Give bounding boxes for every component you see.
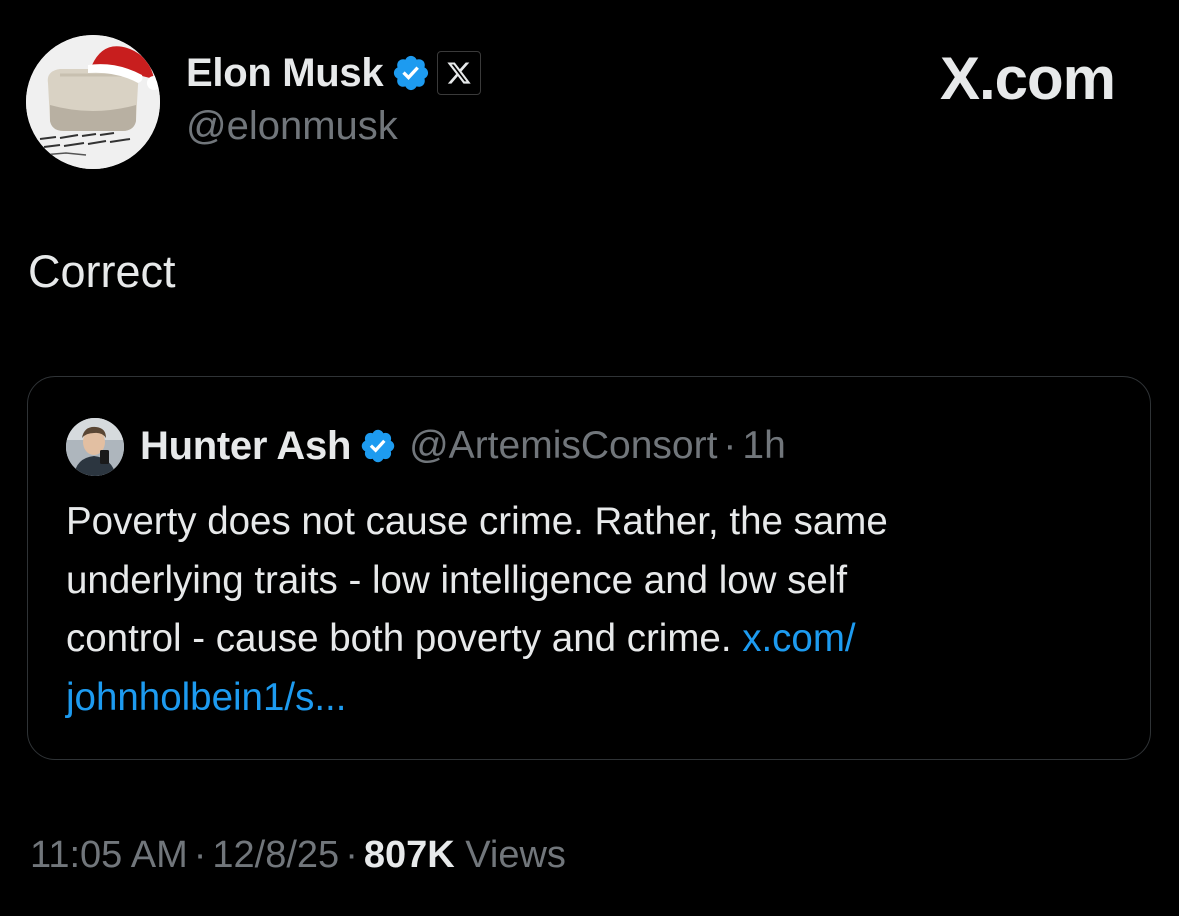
author-row: Elon Musk (186, 48, 482, 98)
quoted-text-segment: control - cause both poverty and crime. (66, 617, 732, 660)
meta-separator: · (723, 424, 737, 467)
quoted-post[interactable]: Hunter Ash @ArtemisConsort · 1h Poverty … (27, 376, 1151, 760)
post-date[interactable]: 12/8/25 (212, 834, 339, 876)
meta-separator: · (345, 834, 358, 876)
quoted-author-name[interactable]: Hunter Ash (140, 424, 351, 469)
author-name[interactable]: Elon Musk (186, 51, 384, 96)
quoted-text-line: control - cause both poverty and crime. … (66, 610, 1116, 669)
quoted-author-handle[interactable]: @ArtemisConsort (409, 424, 717, 468)
quoted-link[interactable]: x.com/ (742, 617, 855, 660)
quoted-author-avatar[interactable] (66, 418, 124, 476)
quoted-time[interactable]: 1h (742, 424, 785, 468)
quoted-header: Hunter Ash @ArtemisConsort · 1h (140, 421, 786, 471)
verified-badge-icon (391, 53, 431, 93)
meta-separator: · (193, 834, 207, 876)
author-avatar[interactable] (26, 35, 160, 169)
author-handle[interactable]: @elonmusk (186, 104, 398, 149)
x-logo-icon[interactable] (437, 51, 482, 95)
views-count: 807K (363, 834, 455, 876)
verified-badge-icon (359, 427, 397, 465)
brand-label: X.com (939, 45, 1116, 112)
post-text: Correct (28, 246, 176, 297)
quoted-text-line: Poverty does not cause crime. Rather, th… (66, 500, 888, 543)
quoted-text-line: underlying traits - low intelligence and… (66, 558, 848, 602)
post-time[interactable]: 11:05 AM (30, 834, 188, 876)
quoted-link-continued[interactable]: johnholbein1/s... (66, 669, 1116, 728)
views-label: Views (465, 834, 566, 876)
quoted-text: Poverty does not cause crime. Rather, th… (66, 493, 1116, 727)
post-meta: 11:05 AM · 12/8/25 · 807K Views (30, 834, 566, 877)
